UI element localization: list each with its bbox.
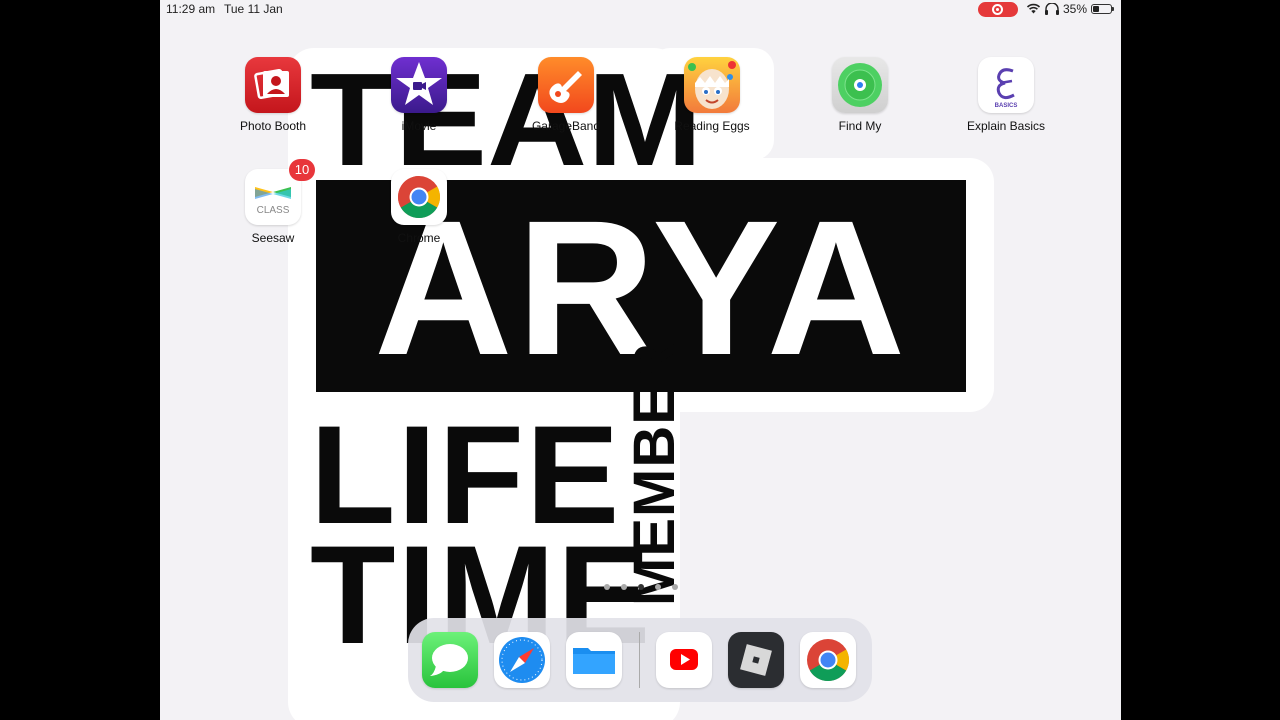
wallpaper-text-member: MEMBER bbox=[622, 342, 687, 606]
seesaw-icon-text: CLASS bbox=[257, 205, 290, 216]
app-label: Photo Booth bbox=[239, 119, 307, 133]
explain-basics-icon: BASICS bbox=[978, 57, 1034, 113]
app-label: iMovie bbox=[401, 119, 437, 133]
app-label: Seesaw bbox=[251, 231, 295, 245]
status-time: 11:29 am bbox=[166, 2, 216, 16]
find-my-icon bbox=[832, 57, 888, 113]
screen-recording-indicator[interactable] bbox=[978, 2, 1018, 17]
headphones-icon bbox=[1045, 3, 1059, 15]
app-garageband[interactable]: GarageBand bbox=[518, 57, 614, 133]
app-imovie[interactable]: iMovie bbox=[371, 57, 467, 133]
app-label: Find My bbox=[838, 119, 882, 133]
battery-percent: 35% bbox=[1063, 2, 1088, 16]
imovie-icon bbox=[391, 57, 447, 113]
dock-messages-icon[interactable] bbox=[422, 632, 478, 688]
app-label: GarageBand bbox=[531, 119, 601, 133]
app-label: Reading Eggs bbox=[674, 119, 750, 133]
page-dot[interactable] bbox=[604, 584, 610, 590]
app-reading-eggs[interactable]: Reading Eggs bbox=[664, 57, 760, 133]
ipad-screen: TEAM ARYA LIFE TIME MEMBER 11:29 am Tue … bbox=[160, 0, 1121, 720]
app-find-my[interactable]: Find My bbox=[812, 57, 908, 133]
page-dot[interactable] bbox=[621, 584, 627, 590]
dock-files-icon[interactable] bbox=[566, 632, 622, 688]
dock bbox=[408, 618, 872, 702]
dock-divider bbox=[639, 632, 640, 688]
record-icon bbox=[992, 4, 1003, 15]
explain-icon-text: BASICS bbox=[995, 103, 1018, 109]
garageband-icon bbox=[538, 57, 594, 113]
app-label: Explain Basics bbox=[966, 119, 1046, 133]
wallpaper-text-team: TEAM bbox=[310, 46, 703, 193]
notification-badge: 10 bbox=[289, 159, 315, 181]
chrome-icon bbox=[391, 169, 447, 225]
reading-eggs-icon bbox=[684, 57, 740, 113]
photo-booth-icon bbox=[245, 57, 301, 113]
page-dot-current[interactable] bbox=[638, 584, 644, 590]
dock-safari-icon[interactable] bbox=[494, 632, 550, 688]
dock-roblox-icon[interactable] bbox=[728, 632, 784, 688]
page-dot[interactable] bbox=[672, 584, 678, 590]
app-photo-booth[interactable]: Photo Booth bbox=[225, 57, 321, 133]
app-explain-basics[interactable]: BASICS Explain Basics bbox=[958, 57, 1054, 133]
status-date: Tue 11 Jan bbox=[224, 2, 283, 16]
app-chrome[interactable]: Chrome bbox=[371, 169, 467, 245]
wifi-icon bbox=[1026, 3, 1041, 14]
page-indicator[interactable] bbox=[604, 584, 678, 590]
app-seesaw[interactable]: CLASS 10 Seesaw bbox=[225, 159, 321, 245]
dock-youtube-icon[interactable] bbox=[656, 632, 712, 688]
page-dot[interactable] bbox=[655, 584, 661, 590]
seesaw-icon: CLASS 10 bbox=[245, 159, 315, 225]
dock-chrome-icon[interactable] bbox=[800, 632, 856, 688]
battery-icon bbox=[1091, 4, 1114, 14]
app-label: Chrome bbox=[397, 231, 441, 245]
